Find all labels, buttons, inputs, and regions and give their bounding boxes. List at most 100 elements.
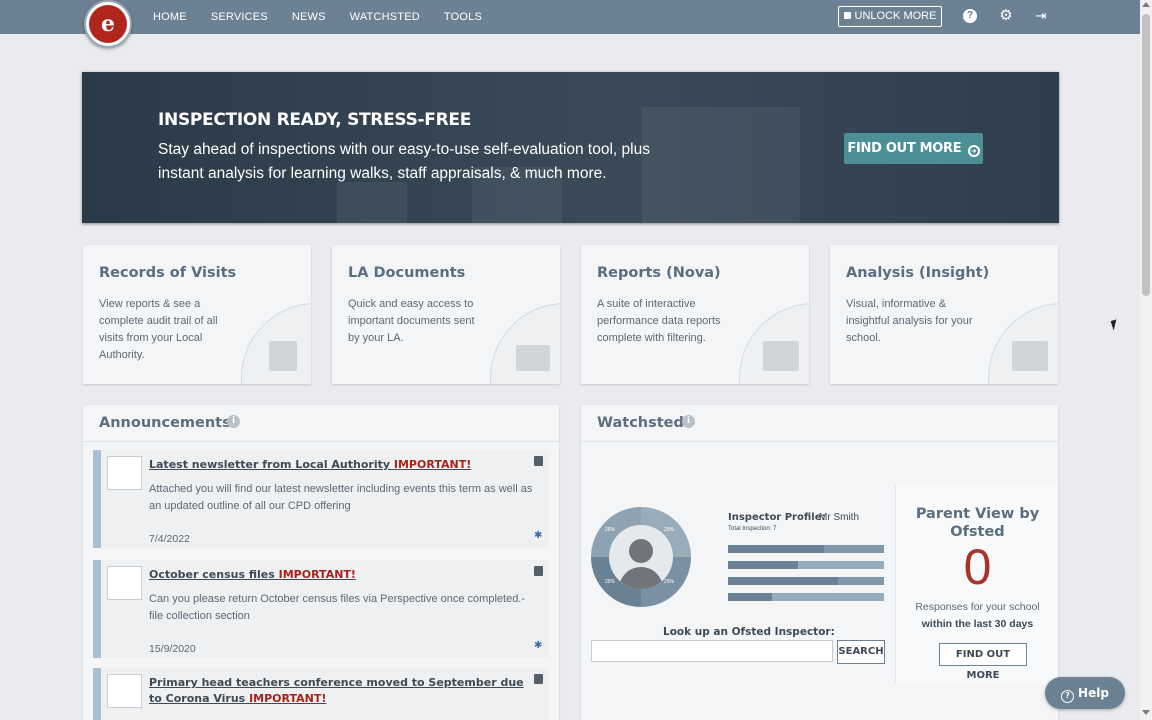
mouse-cursor-icon [1110,319,1120,331]
profile-bar [728,577,884,585]
banner-title: INSPECTION READY, STRESS-FREE [158,110,472,130]
card-title: Analysis (Insight) [846,265,990,281]
card-reports-nova[interactable]: Reports (Nova) A suite of interactive pe… [581,245,809,384]
announcement-title: October census files [149,568,275,581]
analysis-chart-icon [1012,341,1048,371]
inspector-search-input[interactable] [591,640,833,662]
announcement-body: Attached you will find our latest newsle… [149,483,533,512]
trash-icon[interactable] [534,674,543,684]
nav-tools[interactable]: TOOLS [444,0,482,34]
logo[interactable]: e [84,0,132,48]
nav-watchsted[interactable]: WATCHSTED [350,0,420,34]
nav-news[interactable]: NEWS [292,0,326,34]
card-desc: Visual, informative & insightful analysi… [846,298,973,344]
inspector-profile-label: Inspector Profile: [728,512,826,523]
parent-view-desc: Responses for your school within the last… [896,599,1058,633]
report-chart-icon [763,341,799,371]
logout-icon[interactable]: ⇥ [1034,9,1048,23]
main-nav: HOME SERVICES NEWS WATCHSTED TOOLS [153,0,506,34]
gear-icon[interactable]: ⚙ [999,8,1013,23]
donut-label: 25% [605,527,616,533]
avatar [609,525,673,589]
banner-find-out-more-button[interactable]: FIND OUT MORE ➜ [844,133,983,164]
profile-bar [728,593,884,601]
announcements-panel: Announcements i Latest newsletter from L… [83,405,559,720]
announcement-thumbnail [107,456,142,490]
announcements-title: Announcements [99,415,231,431]
card-analysis-insight[interactable]: Analysis (Insight) Visual, informative &… [830,245,1058,384]
announcement-title: Latest newsletter from Local Authority [149,458,391,471]
question-icon: ? [1061,690,1075,703]
banner-paper-stack [337,182,407,223]
card-records-of-visits[interactable]: Records of Visits View reports & see a c… [83,245,311,384]
parent-view-desc-line2: within the last 30 days [921,618,1034,630]
announcement-date: 7/4/2022 [149,533,190,545]
announcement-title-link[interactable]: Latest newsletter from Local Authority I… [149,457,529,473]
info-icon[interactable]: i [227,415,240,428]
scroll-up-arrow-icon[interactable] [1142,2,1150,7]
announcement-thumbnail [107,566,142,600]
profile-bar-fill [728,577,838,585]
parent-view-title: Parent View by Ofsted [915,506,1040,540]
parent-view-desc-line1: Responses for your school [915,601,1040,613]
profile-bar [728,561,884,569]
nav-services[interactable]: SERVICES [211,0,268,34]
info-icon[interactable]: i [682,415,695,428]
vertical-scrollbar[interactable] [1140,0,1152,720]
profile-bar-fill [728,561,798,569]
scroll-thumb[interactable] [1142,14,1150,296]
scroll-down-arrow-icon[interactable] [1142,710,1150,715]
card-desc: View reports & see a complete audit trai… [99,298,218,361]
help-label: Help [1078,686,1109,700]
announcement-item: October census files IMPORTANT! Can you … [93,560,549,658]
parent-view-count: 0 [963,539,992,595]
search-button[interactable]: SEARCH [837,640,885,664]
trash-icon[interactable] [534,456,543,466]
banner-text: Stay ahead of inspections with our easy-… [158,141,650,182]
important-flag: IMPORTANT! [393,458,472,471]
avatar-body [619,567,663,589]
watchsted-panel: Watchsted i 25% 25% 25% 25% Inspector Pr… [581,405,1058,720]
pin-icon[interactable]: ✱ [534,641,543,651]
card-desc: A suite of interactive performance data … [597,298,721,344]
nav-home[interactable]: HOME [153,0,187,34]
announcement-title: Primary head teachers conference moved t… [149,676,524,705]
profile-bar-fill [728,545,824,553]
inspector-name: Mr Smith [819,512,859,523]
pin-icon[interactable]: ✱ [534,531,543,541]
lock-icon [843,12,851,19]
promo-banner: INSPECTION READY, STRESS-FREE Stay ahead… [82,72,1059,223]
divider [581,441,1058,442]
watchsted-title: Watchsted [597,415,684,431]
question-icon[interactable]: ? [963,9,977,23]
arrow-circle-icon: ➜ [967,145,980,157]
inspector-donut-chart: 25% 25% 25% 25% [591,507,691,607]
divider [83,441,559,442]
clipboard-icon [269,341,297,371]
donut-label: 25% [664,579,675,585]
profile-bar [728,545,884,553]
important-flag: IMPORTANT! [278,568,356,581]
avatar-head [629,539,653,563]
card-title: LA Documents [348,265,466,281]
trash-icon[interactable] [534,566,543,576]
card-la-documents[interactable]: LA Documents Quick and easy access to im… [332,245,560,384]
lookup-label: Look up an Ofsted Inspector: [663,626,835,638]
banner-button-label: FIND OUT MORE [847,141,962,156]
important-flag: IMPORTANT! [249,692,327,705]
top-navigation-bar: HOME SERVICES NEWS WATCHSTED TOOLS UNLOC… [0,0,1140,34]
announcement-title-link[interactable]: October census files IMPORTANT! [149,567,529,583]
profile-bar-fill [728,593,772,601]
total-inspection: Total Inspection: 7 [728,526,777,532]
parent-view-find-out-more-button[interactable]: FIND OUT MORE [939,643,1027,681]
unlock-more-button[interactable]: UNLOCK MORE [838,6,942,27]
card-title: Records of Visits [99,265,237,281]
announcement-thumbnail [107,674,142,708]
card-title: Reports (Nova) [597,265,721,281]
logo-mark: e [89,5,127,43]
announcement-item: Primary head teachers conference moved t… [93,668,549,720]
announcement-body: Can you please return October census fil… [149,593,526,622]
announcement-title-link[interactable]: Primary head teachers conference moved t… [149,675,529,707]
help-button[interactable]: ? Help [1045,677,1125,709]
card-desc: Quick and easy access to important docum… [348,298,475,344]
